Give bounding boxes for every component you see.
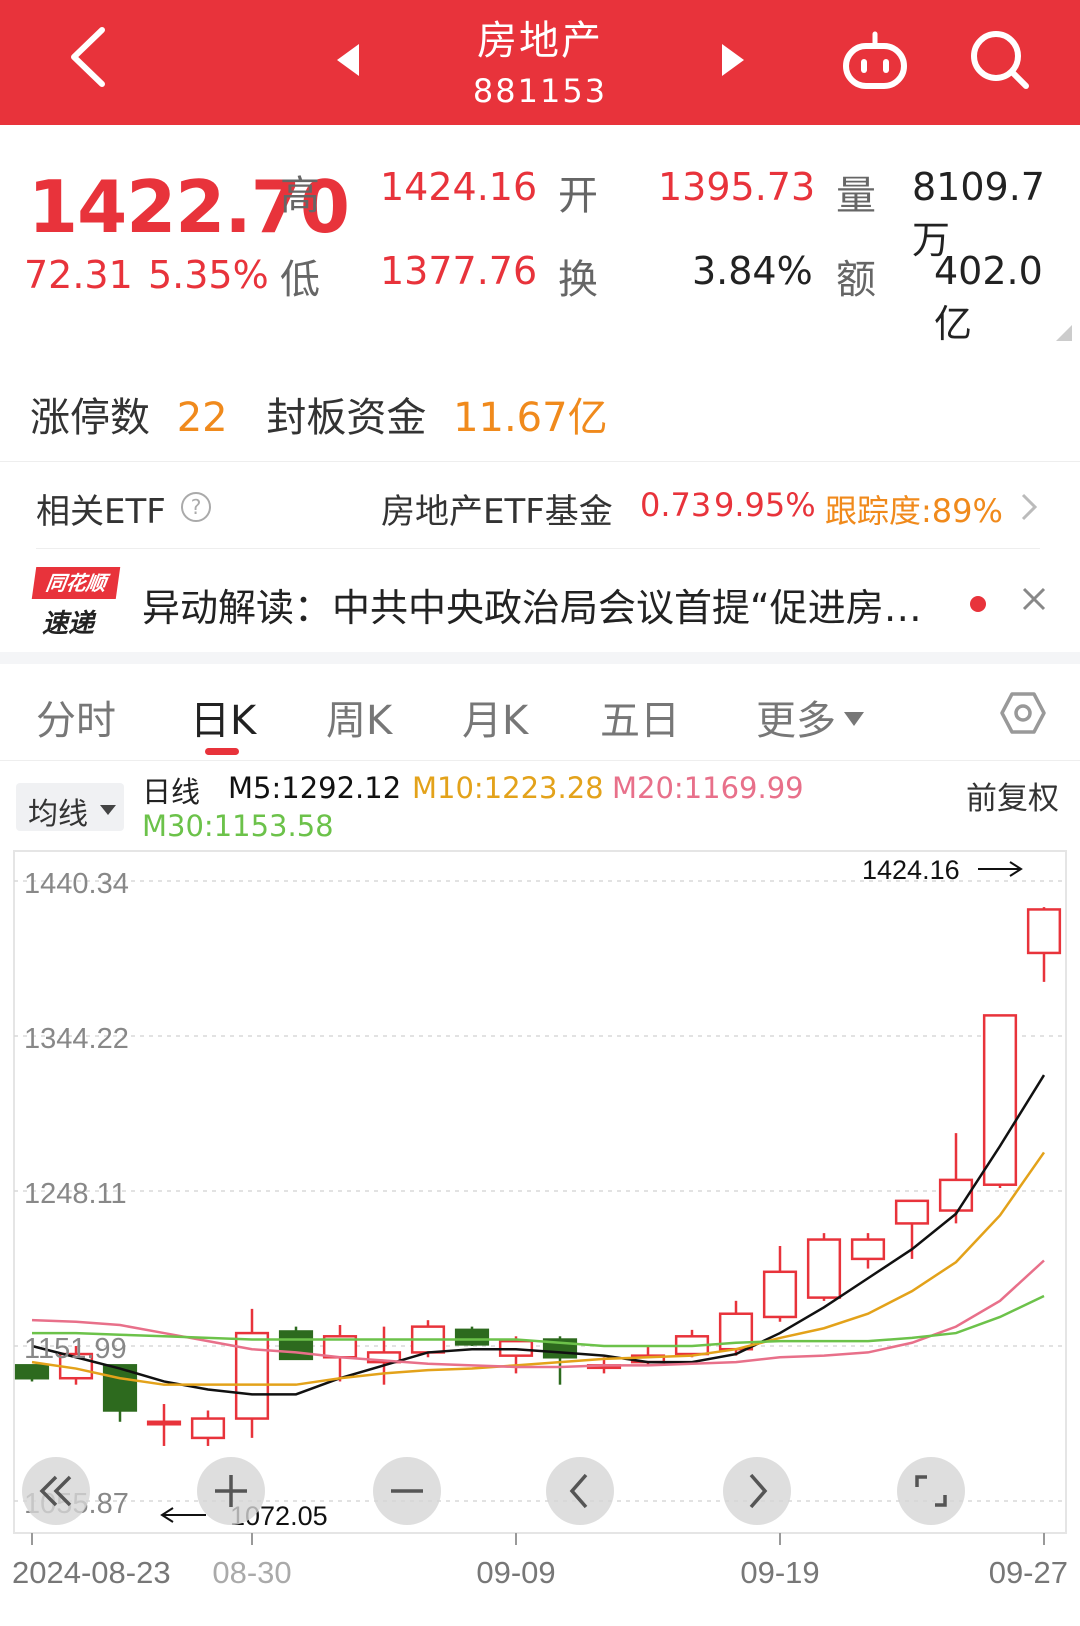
quote-panel: 1422.70 72.31 5.35% 高 1424.16 开 1395.73 … [0,125,1080,346]
candle-body [234,1331,270,1420]
forward-adjust-toggle[interactable]: 前复权 [966,773,1059,818]
period-label: 日线 [142,775,201,809]
limit-up-count: 22 [176,395,228,441]
tab-more[interactable]: 更多 [756,688,836,746]
y-tick-label: 1248.11 [24,1178,127,1210]
candle-body [190,1417,226,1440]
candle-body [850,1238,886,1261]
news-headline[interactable]: 异动解读：中共中央政治局会议首提“促进房… [142,577,922,632]
candle-body [1026,908,1062,955]
limit-up-label: 涨停数 [30,395,150,441]
ma-line-m30 [32,1294,1045,1348]
settings-icon[interactable] [1000,690,1046,736]
candle-body [894,1199,930,1225]
divider [0,760,1080,761]
scroll-to-start-button[interactable] [22,1457,90,1525]
tab-monthly-k[interactable]: 月K [462,688,528,746]
candle-body [146,1420,182,1426]
ma5-value: M5:1292.12 [228,771,402,805]
robot-assistant-icon[interactable] [840,30,910,92]
low-label: 低 [280,257,320,303]
etf-tracking: 跟踪度:89% [825,492,1003,530]
sector-code: 881153 [472,72,608,110]
tab-weekly-k[interactable]: 周K [326,688,392,746]
seal-fund-label: 封板资金 [266,395,427,441]
plot-frame [13,850,1067,1534]
active-tab-indicator [205,748,239,755]
search-icon[interactable] [968,28,1034,94]
turnover-value: 3.84% [692,249,813,293]
chart-period-tabs: 分时 日K 周K 月K 五日 更多 [0,662,1080,762]
y-tick-label: 1440.34 [24,868,129,900]
zoom-in-button[interactable] [197,1457,265,1525]
x-tick-label: 09-19 [740,1555,819,1590]
divider [36,548,1040,549]
ma10-value: M10:1223.28 [412,771,604,805]
chevron-down-icon [844,712,864,726]
scroll-left-button[interactable] [546,1457,614,1525]
open-value: 1395.73 [658,165,816,209]
limit-up-summary: 涨停数 22 封板资金 11.67亿 [30,385,608,443]
dropdown-caret-icon [100,805,116,815]
scroll-right-button[interactable] [723,1457,791,1525]
etf-price: 0.73 [640,486,712,524]
candle-body [454,1328,490,1346]
page-title: 房地产 [477,18,603,64]
x-tick-label: 09-27 [989,1555,1068,1590]
moving-average-bar: 均线 日线 M5:1292.12 M10:1223.28 M20:1169.99… [0,765,1080,845]
next-sector-icon[interactable] [718,40,748,80]
tab-intraday[interactable]: 分时 [36,688,116,746]
open-label: 开 [558,173,598,219]
tonghuashun-express-logo: 同花顺 速递 [31,567,121,639]
ma20-value: M20:1169.99 [612,771,804,805]
etf-pct: 9.95% [714,486,816,524]
x-tick-label: 08-30 [212,1555,291,1590]
tab-daily-k[interactable]: 日K [190,688,256,746]
high-label: 高 [280,173,320,219]
candle-body [982,1014,1018,1186]
top-bar: 房地产 881153 [0,0,1080,125]
close-icon[interactable] [1020,585,1048,613]
tab-five-day[interactable]: 五日 [600,688,680,746]
expand-corner-icon[interactable] [1056,325,1072,341]
candle-body [14,1364,50,1380]
ma-selector[interactable]: 均线 [16,783,124,832]
related-etf-row[interactable]: 相关ETF ? 房地产ETF基金 0.73 9.95% 跟踪度:89% [0,462,1080,546]
help-icon[interactable]: ? [181,492,211,522]
volume-label: 量 [836,173,876,219]
news-alert-row[interactable]: 同花顺 速递 异动解读：中共中央政治局会议首提“促进房… [0,555,1080,650]
high-value: 1424.16 [380,165,538,209]
price-change-pct: 5.35% [148,253,269,297]
ma30-value: M30:1153.58 [142,809,334,843]
turnover-label: 换 [558,257,598,303]
candle-body [762,1270,798,1319]
price-change: 72.31 [24,253,133,297]
max-price-annotation: 1424.16 [862,855,960,885]
kline-chart[interactable]: 1440.341344.221248.111151.991055.87 2024… [0,845,1080,1626]
candle-body [806,1238,842,1299]
y-tick-label: 1344.22 [24,1023,129,1055]
y-tick-label: 1151.99 [24,1333,127,1365]
etf-name: 房地产ETF基金 [381,492,613,532]
x-tick-label: 09-09 [476,1555,555,1590]
kline-svg[interactable]: 1440.341344.221248.111151.991055.87 2024… [0,845,1080,1626]
low-value: 1377.76 [380,249,538,293]
zoom-out-button[interactable] [373,1457,441,1525]
amount-label: 额 [836,257,876,303]
fullscreen-button[interactable] [897,1457,965,1525]
unread-dot [970,596,986,612]
chevron-right-icon [1021,493,1038,521]
seal-fund-value: 11.67亿 [453,395,608,441]
x-tick-label: 2024-08-23 [12,1555,171,1590]
etf-title: 相关ETF [36,492,166,532]
